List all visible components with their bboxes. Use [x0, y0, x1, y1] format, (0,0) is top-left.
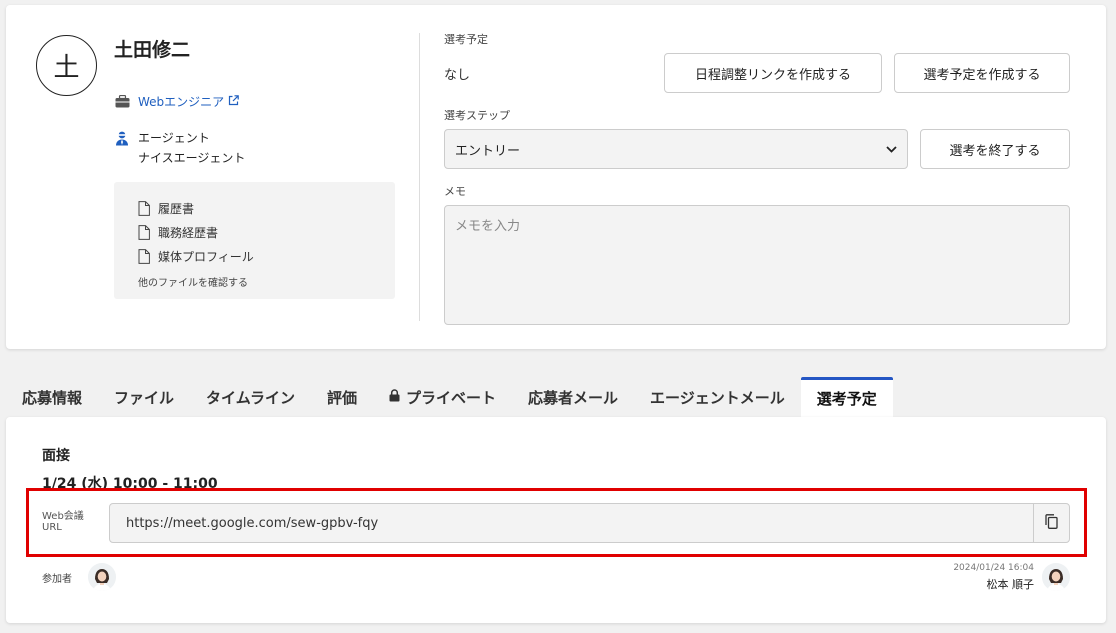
document-icon: [138, 200, 150, 216]
create-schedule-link-button[interactable]: 日程調整リンクを作成する: [664, 53, 882, 93]
chevron-down-icon: [886, 142, 897, 157]
tab-evaluation[interactable]: 評価: [311, 377, 373, 417]
copy-url-button[interactable]: [1033, 504, 1069, 542]
tab-applicant-mail[interactable]: 応募者メール: [512, 377, 634, 417]
end-selection-button[interactable]: 選考を終了する: [920, 129, 1070, 169]
file-item-resume[interactable]: 履歴書: [138, 196, 395, 220]
external-link-icon: [228, 94, 239, 109]
url-label-line2: URL: [42, 522, 62, 533]
web-meeting-url-label: Web会議 URL: [42, 511, 84, 533]
tab-agent-mail[interactable]: エージェントメール: [634, 377, 801, 417]
agent-type: エージェント: [138, 131, 210, 145]
tab-label: 選考予定: [816, 390, 877, 408]
lock-icon: [389, 388, 400, 406]
files-panel: 履歴書 職務経歴書 媒体プロフィール 他のファイルを確認する: [114, 182, 395, 299]
create-schedule-button[interactable]: 選考予定を作成する: [894, 53, 1070, 93]
tab-label: タイムライン: [206, 388, 295, 407]
job-title-text: Webエンジニア: [138, 95, 225, 109]
updated-by-name: 松本 順子: [986, 578, 1035, 591]
tab-label: 応募者メール: [528, 388, 619, 407]
participants-label: 参加者: [42, 574, 72, 585]
document-icon: [138, 248, 150, 264]
file-item-profile[interactable]: 媒体プロフィール: [138, 244, 395, 268]
tab-label: エージェントメール: [650, 388, 785, 407]
schedule-panel: 面接 1/24 (水) 10:00 - 11:00 Web会議 URL http…: [6, 417, 1106, 623]
step-select-value: エントリー: [455, 143, 521, 159]
job-title-link[interactable]: Webエンジニア: [138, 93, 239, 110]
schedule-label: 選考予定: [444, 33, 488, 46]
vertical-divider: [419, 33, 420, 321]
schedule-value: なし: [444, 68, 471, 83]
more-files-link[interactable]: 他のファイルを確認する: [138, 274, 395, 289]
web-meeting-url[interactable]: https://meet.google.com/sew-gpbv-fqy: [110, 516, 1033, 531]
file-label: 職務経歴書: [158, 225, 219, 240]
tab-bar: 応募情報 ファイル タイムライン 評価 プライベート 応募者メール エージェント…: [6, 377, 893, 417]
tab-label: 評価: [326, 388, 357, 407]
schedule-title: 面接: [42, 448, 70, 464]
agent-info: エージェント ナイスエージェント: [138, 128, 245, 168]
url-label-line1: Web会議: [42, 511, 84, 522]
tab-label: 応募情報: [22, 388, 83, 407]
memo-label: メモ: [444, 185, 466, 198]
tab-files[interactable]: ファイル: [98, 377, 190, 417]
tab-timeline[interactable]: タイムライン: [190, 377, 311, 417]
candidate-avatar: 土: [36, 35, 97, 96]
updated-timestamp: 2024/01/24 16:04: [953, 563, 1034, 573]
participant-avatar[interactable]: [88, 563, 116, 591]
agent-row: エージェント ナイスエージェント: [114, 130, 245, 168]
web-meeting-url-field[interactable]: https://meet.google.com/sew-gpbv-fqy: [109, 503, 1070, 543]
memo-input[interactable]: [444, 205, 1070, 325]
tab-label: プライベート: [406, 388, 497, 407]
step-select[interactable]: エントリー: [444, 129, 908, 169]
file-item-career[interactable]: 職務経歴書: [138, 220, 395, 244]
candidate-name: 土田修二: [114, 39, 191, 61]
agent-icon: [114, 130, 130, 146]
document-icon: [138, 224, 150, 240]
agent-name: ナイスエージェント: [138, 151, 246, 165]
tab-private[interactable]: プライベート: [373, 377, 512, 417]
updater-avatar: [1042, 563, 1070, 591]
step-label: 選考ステップ: [444, 109, 510, 122]
file-label: 媒体プロフィール: [158, 249, 254, 264]
job-row: Webエンジニア: [114, 93, 239, 110]
briefcase-icon: [114, 93, 130, 109]
file-label: 履歴書: [158, 201, 195, 216]
copy-icon: [1045, 513, 1058, 533]
tab-application-info[interactable]: 応募情報: [6, 377, 98, 417]
avatar-initial: 土: [53, 53, 80, 83]
tab-schedule[interactable]: 選考予定: [800, 377, 893, 417]
candidate-card: 土 土田修二 Webエンジニア エージェント ナイスエージェント 履歴書 職務経…: [6, 5, 1106, 349]
tab-label: ファイル: [114, 388, 175, 407]
